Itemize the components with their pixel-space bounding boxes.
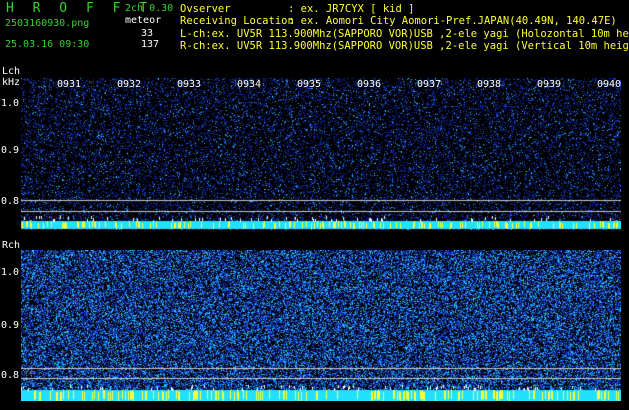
lch-ytick-label: 1.0 xyxy=(1,98,20,109)
lch-label: Lch xyxy=(2,66,21,77)
time-label: 0937 xyxy=(417,79,442,90)
location-value: : ex. Aomori City Aomori-Pref.JAPAN(40.4… xyxy=(288,15,617,27)
time-label: 0935 xyxy=(297,79,322,90)
datetime-label: 25.03.16 09:30 xyxy=(5,39,90,50)
time-label: 0940 xyxy=(597,79,622,90)
rch-ytick-label: 1.0 xyxy=(1,267,20,278)
observer-value: : ex. JR7CYX [ kid ] xyxy=(288,3,415,15)
lch-meteor-count: 33 xyxy=(141,28,154,39)
time-label: 0932 xyxy=(117,79,142,90)
rch-meteor-count: 137 xyxy=(141,39,160,50)
rch-spectrogram-canvas xyxy=(21,250,621,401)
time-label: 0933 xyxy=(177,79,202,90)
observer-label: Ovserver xyxy=(180,3,231,15)
rch-spectrogram xyxy=(21,250,621,401)
rch-info: R-ch:ex. UV5R 113.900Mhz(SAPPORO VOR)USB… xyxy=(180,40,629,52)
time-label: 0936 xyxy=(357,79,382,90)
meteor-label: meteor xyxy=(125,15,162,26)
lch-info: L-ch:ex. UV5R 113.900Mhz(SAPPORO VOR)USB… xyxy=(180,28,629,40)
rch-label: Rch xyxy=(2,240,21,251)
time-label: 0931 xyxy=(57,79,82,90)
time-label: 0934 xyxy=(237,79,262,90)
channel-label: 2ch 0.30 xyxy=(125,3,174,14)
lch-ytick-label: 0.9 xyxy=(1,145,20,156)
time-label: 0938 xyxy=(477,79,502,90)
lch-ytick-label: 0.8 xyxy=(1,196,20,207)
lch-spectrogram xyxy=(21,78,621,230)
lch-unit-label: kHz xyxy=(2,77,21,88)
filename-label: 2503160930.png xyxy=(5,18,90,29)
rch-ytick-label: 0.8 xyxy=(1,370,20,381)
lch-spectrogram-canvas xyxy=(21,78,621,230)
time-label: 0939 xyxy=(537,79,562,90)
rch-ytick-label: 0.9 xyxy=(1,320,20,331)
location-label: Receiving Location xyxy=(180,15,294,27)
